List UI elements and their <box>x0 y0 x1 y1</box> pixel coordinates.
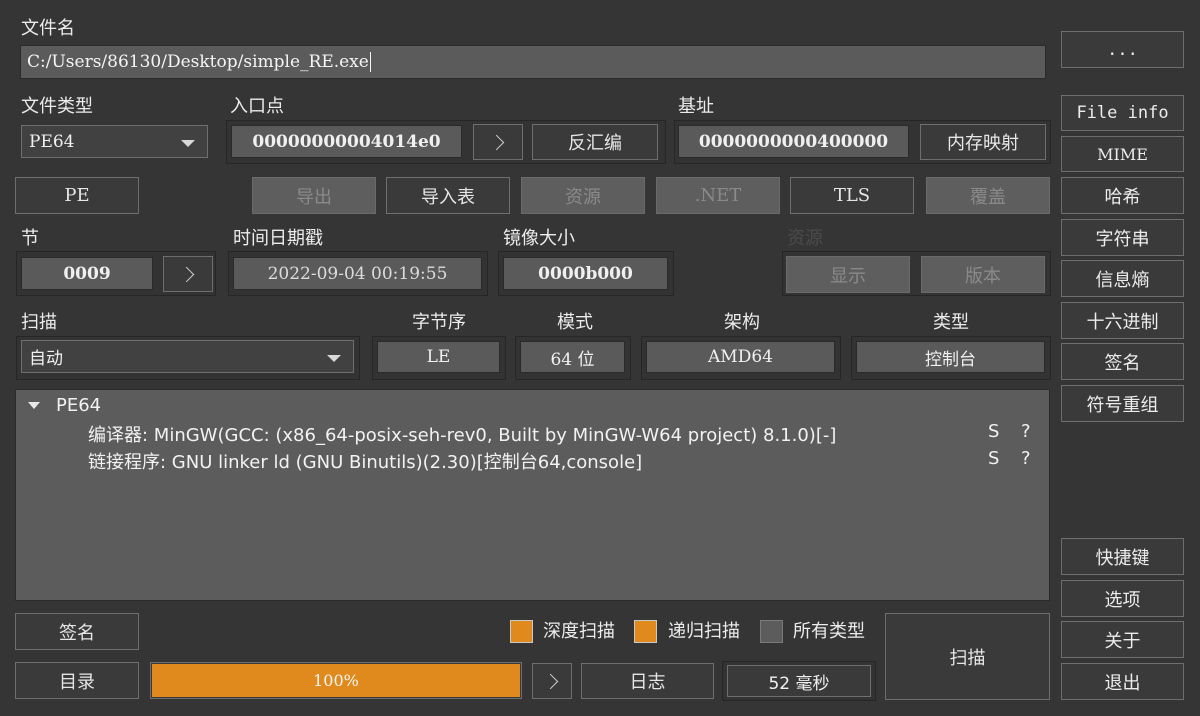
type-label: 类型 <box>933 312 969 333</box>
scan-label: 扫描 <box>21 312 57 333</box>
scan-button[interactable]: 扫描 <box>885 613 1050 700</box>
tree-entry-linker[interactable]: 链接程序: GNU linker ld (GNU Binutils)(2.30)… <box>88 448 642 474</box>
tree-entry-compiler[interactable]: 编译器: MinGW(GCC: (x86_64-posix-seh-rev0, … <box>88 421 836 447</box>
resources-button[interactable]: 资源 <box>521 177 645 214</box>
progress-text: 100% <box>313 671 359 690</box>
demangle-button[interactable]: 符号重组 <box>1061 385 1184 422</box>
expand-arrow-icon[interactable] <box>28 402 40 409</box>
overlay-button[interactable]: 覆盖 <box>926 177 1050 214</box>
options-button[interactable]: 选项 <box>1061 580 1184 617</box>
chevron-right-icon <box>178 266 194 282</box>
hex-button[interactable]: 十六进制 <box>1061 302 1184 339</box>
file-info-button[interactable]: File info <box>1061 95 1184 131</box>
text-cursor <box>369 52 371 72</box>
sections-value[interactable]: 0009 <box>21 257 153 290</box>
scan-mode-select[interactable]: 自动 <box>21 340 354 373</box>
file-type-select[interactable]: PE64 <box>21 125 208 158</box>
import-table-button[interactable]: 导入表 <box>386 177 510 214</box>
file-name-label: 文件名 <box>21 18 75 39</box>
deep-scan-checkbox[interactable] <box>510 620 533 643</box>
hash-button[interactable]: 哈希 <box>1061 177 1184 214</box>
mime-button[interactable]: MIME <box>1061 136 1184 172</box>
timestamp-value[interactable]: 2022-09-04 00:19:55 <box>233 257 482 290</box>
shortcuts-button[interactable]: 快捷键 <box>1061 538 1184 575</box>
chevron-down-icon <box>327 354 341 362</box>
base-address-label: 基址 <box>678 96 714 117</box>
all-types-checkbox[interactable] <box>760 620 783 643</box>
resources-group-label: 资源 <box>787 228 823 249</box>
tree-entry-compiler-q[interactable]: ? <box>1021 421 1031 442</box>
recursive-scan-checkbox[interactable] <box>634 620 657 643</box>
directory-button[interactable]: 目录 <box>15 662 139 699</box>
signature-sidebar-button[interactable]: 签名 <box>1061 343 1184 380</box>
log-button[interactable]: 日志 <box>581 663 714 699</box>
chevron-right-icon <box>488 134 504 150</box>
base-address-value[interactable]: 0000000000400000 <box>678 125 909 158</box>
entropy-button[interactable]: 信息熵 <box>1061 260 1184 297</box>
exit-button[interactable]: 退出 <box>1061 663 1184 700</box>
entry-point-value[interactable]: 00000000004014e0 <box>231 125 462 158</box>
tls-button[interactable]: TLS <box>790 177 914 214</box>
tree-entry-linker-q[interactable]: ? <box>1021 448 1031 469</box>
mode-value[interactable]: 64 位 <box>520 341 625 373</box>
deep-scan-label[interactable]: 深度扫描 <box>543 621 615 643</box>
image-size-label: 镜像大小 <box>503 228 575 249</box>
tree-entry-linker-s[interactable]: S <box>988 448 999 469</box>
endianness-value[interactable]: LE <box>377 341 500 373</box>
file-path-text: C:/Users/86130/Desktop/simple_RE.exe <box>27 52 369 72</box>
results-tree[interactable]: PE64 编译器: MinGW(GCC: (x86_64-posix-seh-r… <box>15 389 1050 601</box>
version-button[interactable]: 版本 <box>921 256 1045 293</box>
pe-button[interactable]: PE <box>15 177 139 214</box>
entry-point-label: 入口点 <box>230 96 284 117</box>
file-path-input[interactable]: C:/Users/86130/Desktop/simple_RE.exe <box>20 45 1046 79</box>
chevron-right-icon <box>542 673 558 689</box>
mode-label: 模式 <box>557 312 593 333</box>
file-type-value: PE64 <box>29 131 75 152</box>
signatures-button[interactable]: 签名 <box>15 613 139 650</box>
strings-button[interactable]: 字符串 <box>1061 219 1184 256</box>
recursive-scan-label[interactable]: 递归扫描 <box>668 621 740 643</box>
endianness-label: 字节序 <box>412 312 466 333</box>
timestamp-label: 时间日期戳 <box>233 228 323 249</box>
file-type-label: 文件类型 <box>21 96 93 117</box>
about-button[interactable]: 关于 <box>1061 621 1184 658</box>
export-button[interactable]: 导出 <box>252 177 376 214</box>
elapsed-time: 52 毫秒 <box>727 665 871 697</box>
arch-value[interactable]: AMD64 <box>646 341 835 373</box>
show-resources-button[interactable]: 显示 <box>786 256 910 293</box>
scan-mode-value: 自动 <box>29 349 63 369</box>
tree-entry-compiler-s[interactable]: S <box>988 421 999 442</box>
progress-go-button[interactable] <box>532 663 572 699</box>
sections-label: 节 <box>21 228 39 249</box>
sections-go-button[interactable] <box>163 256 213 292</box>
entry-point-go-button[interactable] <box>473 124 523 160</box>
tree-root-row[interactable]: PE64 <box>28 395 101 416</box>
progress-bar: 100% <box>150 662 522 699</box>
arch-label: 架构 <box>724 312 760 333</box>
disassemble-button[interactable]: 反汇编 <box>532 124 658 160</box>
chevron-down-icon <box>181 139 195 147</box>
memory-map-button[interactable]: 内存映射 <box>920 124 1046 160</box>
browse-button[interactable]: ... <box>1061 31 1184 68</box>
dotnet-button[interactable]: .NET <box>656 177 780 214</box>
all-types-label[interactable]: 所有类型 <box>793 621 865 643</box>
type-value[interactable]: 控制台 <box>856 341 1045 373</box>
tree-root-label: PE64 <box>56 395 102 416</box>
image-size-value[interactable]: 0000b000 <box>503 257 668 290</box>
